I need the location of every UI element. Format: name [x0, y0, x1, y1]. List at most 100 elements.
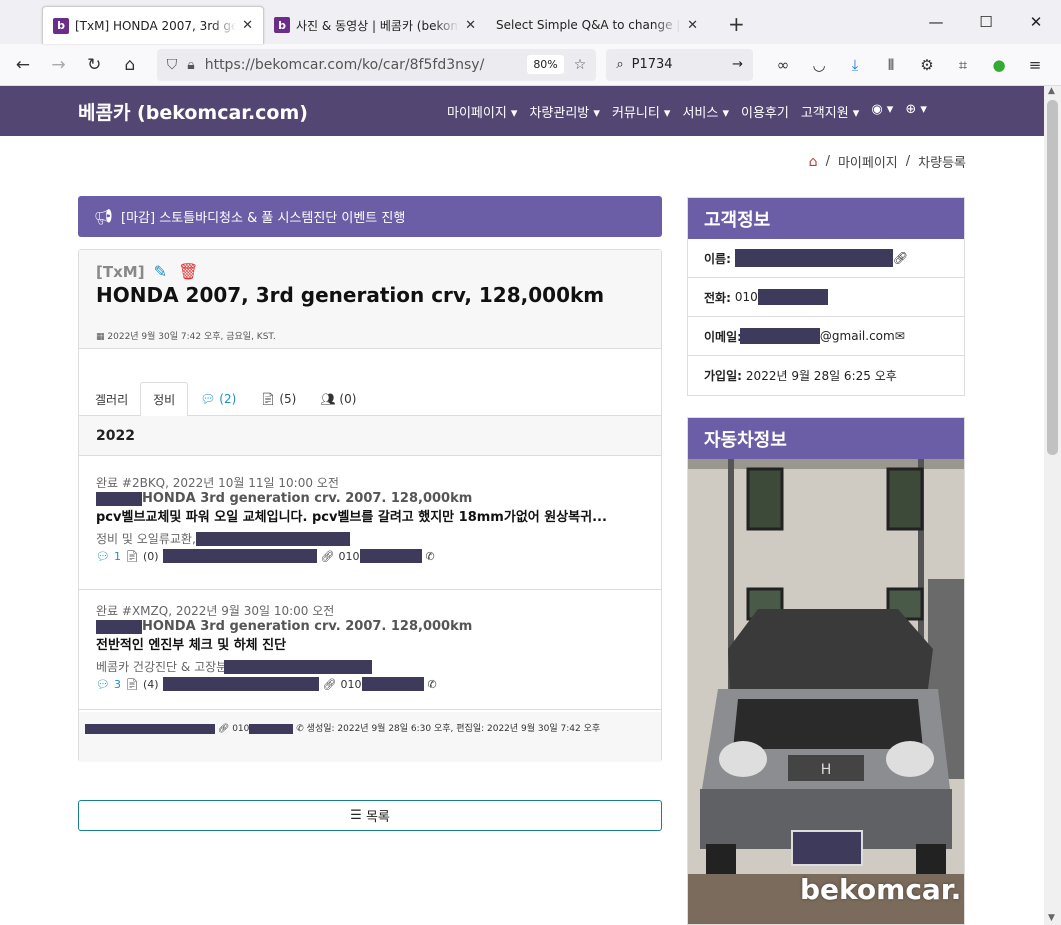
redacted-block	[96, 491, 142, 506]
menu-item-support[interactable]: 고객지원 ▾	[801, 102, 860, 121]
mask-icon[interactable]: ∞	[765, 56, 801, 74]
tab-maintenance[interactable]: 정비	[140, 382, 189, 417]
close-window-icon[interactable]: ✕	[1011, 13, 1061, 31]
menu-item-reviews[interactable]: 이용후기	[741, 102, 789, 121]
customer-info-card: 고객정보 이름: 🔗︎ 전화: 010 이메일: @gmail.com ✉ 가입…	[687, 197, 965, 396]
comments-icon: 💬︎	[96, 677, 110, 691]
redacted-block	[162, 549, 317, 563]
redacted-block	[739, 328, 820, 344]
announcement-banner[interactable]: 📢︎ [마감] 스토틀바디청소 & 풀 시스템진단 이벤트 진행	[78, 196, 662, 237]
download-icon[interactable]: ⤓	[837, 56, 873, 74]
browser-tab-title: Select Simple Q&A to change | bekomcar	[496, 18, 681, 32]
scrollbar-thumb[interactable]	[1047, 100, 1058, 455]
close-tab-icon[interactable]: ✕	[465, 18, 476, 33]
shield-icon[interactable]: ⛉	[167, 57, 178, 73]
js-extension-icon[interactable]: ●	[981, 56, 1017, 74]
forward-icon[interactable]: →	[44, 55, 74, 75]
bookmark-star-icon[interactable]: ☆	[574, 57, 587, 73]
menu-item-language[interactable]: ⊕ ▾	[905, 102, 927, 121]
maximize-icon[interactable]: ☐	[961, 13, 1011, 31]
vehicle-info-heading: 자동차정보	[688, 418, 964, 459]
menu-item-mypage[interactable]: 마이페이지 ▾	[447, 102, 517, 121]
pocket-icon[interactable]: ◡	[801, 56, 837, 74]
redacted-block	[224, 659, 373, 674]
tab-gallery[interactable]: 겔러리	[83, 382, 140, 416]
tab-comments[interactable]: 💬︎ (2)	[188, 382, 248, 416]
browser-tab[interactable]: Select Simple Q&A to change | bekomcar ✕	[486, 6, 708, 44]
browser-tab-title: 사진 & 동영상 | 베콤카 (bekomcar.com)	[296, 18, 460, 33]
entry-description[interactable]: 전반적인 엔진부 체크 및 하체 진단	[96, 636, 644, 656]
redacted-block	[85, 723, 215, 734]
link-icon[interactable]: 🔗︎	[893, 251, 908, 265]
redacted-block	[734, 249, 893, 267]
comments-icon: 💬︎	[96, 549, 110, 563]
new-tab-button[interactable]: +	[728, 12, 745, 36]
site-brand[interactable]: 베콤카 (bekomcar.com)	[78, 98, 308, 125]
search-bar[interactable]: ⌕ P1734 →	[606, 48, 753, 81]
edit-icon[interactable]: ✎	[154, 262, 167, 281]
link-icon: 🔗︎	[217, 724, 230, 734]
trash-icon[interactable]: 🗑︎	[178, 262, 198, 281]
reload-icon[interactable]: ↻	[79, 55, 109, 75]
list-button[interactable]: ☰ 목록	[78, 800, 662, 831]
search-input[interactable]: P1734	[632, 57, 673, 72]
close-tab-icon[interactable]: ✕	[242, 18, 253, 33]
toolbar-icons: ∞ ◡ ⤓ ⫴ ⚙ ⌗ ● ≡	[765, 56, 1053, 74]
entry-stats: 💬︎ 3 📄︎ (4) 🔗︎ 010 ✆	[96, 677, 644, 691]
scroll-down-icon[interactable]: ▼	[1048, 913, 1055, 923]
home-icon[interactable]: ⌂	[809, 154, 818, 170]
menu-item-vehicle[interactable]: 차량관리방 ▾	[529, 102, 599, 121]
minimize-icon[interactable]: —	[911, 13, 961, 31]
browser-tab-active[interactable]: b [TxM] HONDA 2007, 3rd generation crv, …	[42, 6, 264, 44]
scroll-up-icon[interactable]: ▲	[1048, 86, 1055, 96]
address-bar[interactable]: ⛉ 🔒︎ https://bekomcar.com/ko/car/8f5fd3n…	[156, 48, 597, 81]
close-tab-icon[interactable]: ✕	[687, 18, 698, 33]
redacted-block	[359, 549, 422, 563]
maintenance-entry[interactable]: 완료 #XMZQ, 2022년 9월 30일 10:00 오전 HONDA 3r…	[79, 590, 661, 710]
redacted-block	[195, 531, 350, 546]
url-text[interactable]: https://bekomcar.com/ko/car/8f5fd3nsy/	[205, 57, 485, 73]
customer-name-row: 이름: 🔗︎	[688, 239, 964, 278]
search-go-icon[interactable]: →	[732, 57, 743, 72]
calendar-icon: ▦	[96, 332, 105, 342]
menu-item-service[interactable]: 서비스 ▾	[682, 102, 729, 121]
zoom-level[interactable]: 80%	[527, 55, 564, 74]
vehicle-info-card: 자동차정보 H bekomcar.	[687, 417, 965, 925]
customer-email-row: 이메일: @gmail.com ✉	[688, 317, 964, 356]
megaphone-icon: 📢︎	[94, 207, 114, 226]
search-icon: ⌕	[616, 57, 624, 72]
library-icon[interactable]: ⫴	[873, 56, 909, 74]
menu-item-community[interactable]: 커뮤니티 ▾	[612, 102, 671, 121]
tab-documents[interactable]: 📄︎ (5)	[248, 382, 308, 416]
site-header: 베콤카 (bekomcar.com) 마이페이지 ▾ 차량관리방 ▾ 커뮤니티 …	[0, 86, 1061, 136]
entry-description[interactable]: pcv벨브교체및 파워 오일 교체입니다. pcv벨브를 갈려고 했지만 18m…	[96, 508, 644, 528]
page-content: ⌂ / 마이페이지 / 차량등록 📢︎ [마감] 스토틀바디청소 & 풀 시스템…	[0, 136, 1044, 925]
redacted-block	[757, 289, 828, 305]
document-icon: 📄︎	[260, 392, 276, 406]
redacted-block	[361, 677, 424, 691]
car-detail-card: [TxM] ✎ 🗑︎ HONDA 2007, 3rd generation cr…	[78, 249, 662, 762]
crop-icon[interactable]: ⌗	[945, 56, 981, 74]
home-icon[interactable]: ⌂	[115, 55, 145, 75]
back-icon[interactable]: ←	[8, 55, 38, 75]
lock-icon[interactable]: 🔒︎	[187, 57, 194, 73]
envelope-icon[interactable]: ✉	[895, 329, 905, 343]
announcement-text[interactable]: [마감] 스토틀바디청소 & 풀 시스템진단 이벤트 진행	[121, 207, 405, 226]
redacted-block	[96, 619, 142, 634]
menu-item-account[interactable]: ◉ ▾	[871, 102, 893, 121]
browser-tab[interactable]: b 사진 & 동영상 | 베콤카 (bekomcar.com) ✕	[264, 6, 486, 44]
car-illustration: H	[688, 459, 964, 924]
extension-gear-icon[interactable]: ⚙	[909, 56, 945, 74]
comment-count: 3	[113, 677, 121, 691]
breadcrumb-mypage[interactable]: 마이페이지	[838, 152, 898, 171]
page-scrollbar[interactable]: ▲ ▼	[1044, 86, 1061, 925]
car-tabs: 겔러리 정비 💬︎ (2) 📄︎ (5) 👥︎ (0)	[79, 382, 661, 417]
vehicle-photo[interactable]: H bekomcar.	[688, 459, 964, 924]
users-icon: 👥︎	[320, 392, 336, 406]
doc-count: (4)	[142, 677, 159, 691]
menu-icon[interactable]: ≡	[1017, 56, 1053, 74]
entry-stats: 💬︎ 1 📄︎ (0) 🔗︎ 010 ✆	[96, 549, 644, 563]
maintenance-entry[interactable]: 완료 #2BKQ, 2022년 10월 11일 10:00 오전 HONDA 3…	[79, 456, 661, 590]
comments-icon: 💬︎	[200, 392, 216, 406]
tab-users[interactable]: 👥︎ (0)	[308, 382, 368, 416]
